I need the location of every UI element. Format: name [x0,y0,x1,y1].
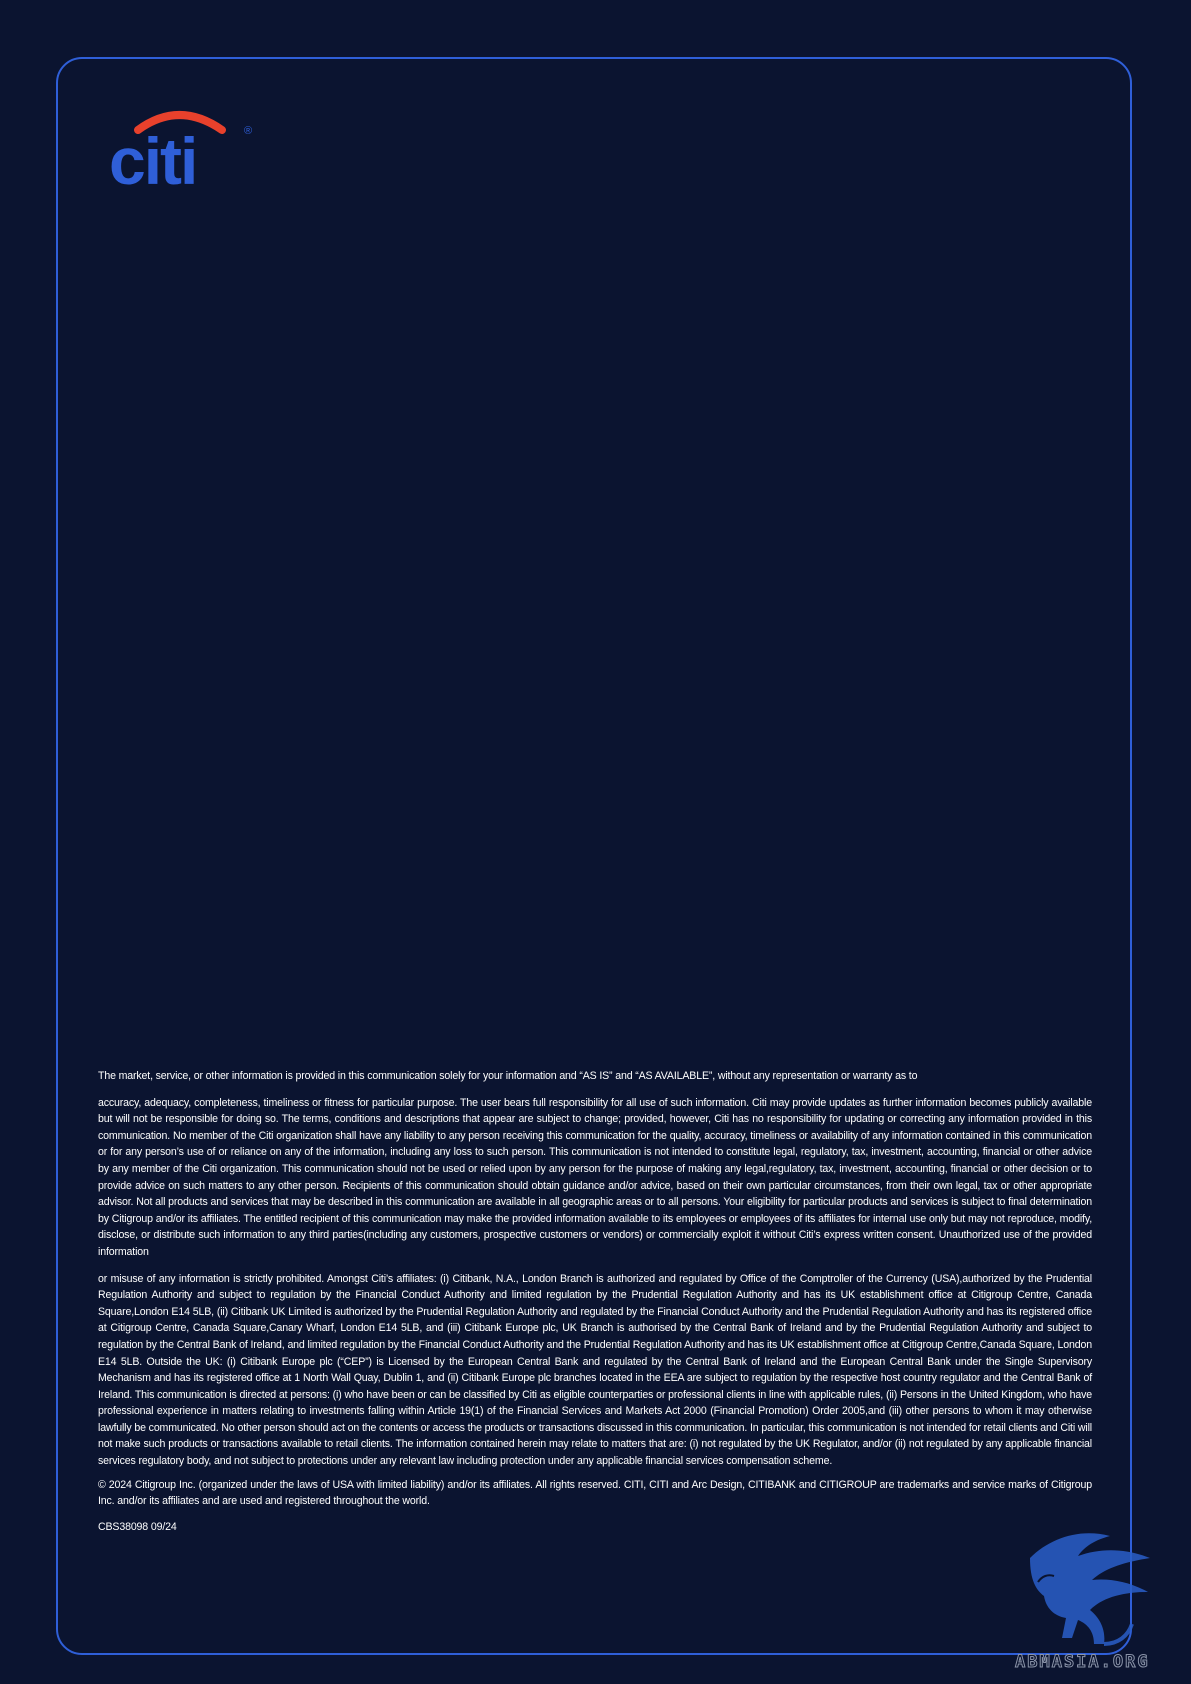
citi-logo: citi ® [110,111,252,190]
copyright-notice: © 2024 Citigroup Inc. (organized under t… [98,1478,1092,1508]
watermark-text: ABMASIA.ORG [1015,1652,1150,1673]
disclaimer-liability: accuracy, adequacy, completeness, timeli… [98,1096,1092,1258]
disclaimer-affiliates: or misuse of any information is strictly… [98,1272,1092,1468]
document-code: CBS38098 09/24 [98,1520,177,1533]
disclaimer-intro: The market, service, or other informatio… [98,1070,918,1082]
registered-mark: ® [244,125,252,137]
legal-disclaimer: The market, service, or other informatio… [98,1068,1092,1535]
citi-wordmark: citi [110,124,196,190]
